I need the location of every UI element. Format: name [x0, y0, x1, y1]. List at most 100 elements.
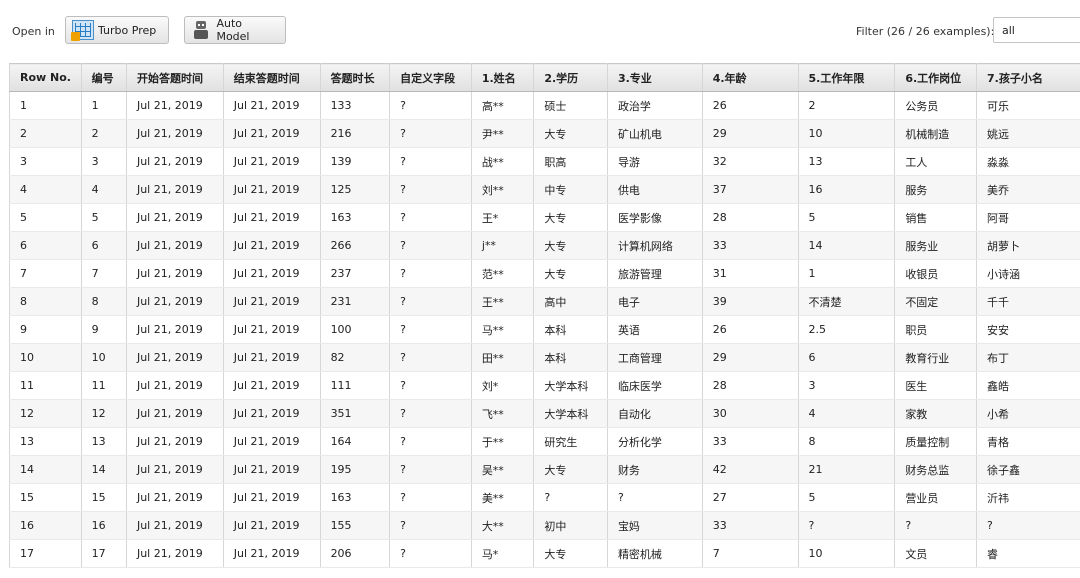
table-cell: 大学本科 [533, 371, 608, 400]
table-cell: Jul 21, 2019 [126, 399, 224, 428]
table-cell: 16 [81, 511, 127, 540]
table-row[interactable]: 15 15 Jul 21, 2019 Jul 21, 2019 163? 美**?? 27 5… [9, 483, 1080, 512]
table-cell: 服务 [894, 175, 977, 204]
table-cell: ? [607, 483, 703, 512]
table-cell: 旅游管理 [607, 259, 703, 288]
table-cell: Jul 21, 2019 [223, 203, 321, 232]
table-cell: 小诗涵 [976, 259, 1080, 288]
table-cell: 33 [702, 427, 799, 456]
table-cell: 16 [9, 511, 82, 540]
table-cell: ? [389, 287, 472, 316]
table-cell: 16 [798, 175, 896, 204]
table-cell: 大专 [533, 203, 608, 232]
table-row[interactable]: 1 1 Jul 21, 2019 Jul 21, 2019 133? 高** 硕士 政治学 26… [9, 91, 1080, 120]
column-header[interactable]: 2.学历 [533, 63, 608, 92]
table-row[interactable]: 2 2 Jul 21, 2019 Jul 21, 2019 216? 尹** 大专 矿山机电 2… [9, 119, 1080, 148]
table-row[interactable]: 3 3 Jul 21, 2019 Jul 21, 2019 139? 战** 职高 导游 32 1… [9, 147, 1080, 176]
column-header[interactable]: 编号 [81, 63, 127, 92]
column-header[interactable]: 3.专业 [607, 63, 703, 92]
table-body: 1 1 Jul 21, 2019 Jul 21, 2019 133? 高** 硕士 政治学 26… [9, 91, 1080, 568]
table-cell: Jul 21, 2019 [223, 511, 321, 540]
table-cell: 马* [471, 539, 535, 568]
table-row[interactable]: 8 8 Jul 21, 2019 Jul 21, 2019 231? 王** 高中 电子 39 不… [9, 287, 1080, 316]
table-cell: 10 [798, 119, 896, 148]
table-cell: 231 [320, 287, 391, 316]
table-row[interactable]: 17 17 Jul 21, 2019 Jul 21, 2019 206? 马* 大专 精密机械… [9, 539, 1080, 568]
table-cell: 大学本科 [533, 399, 608, 428]
table-cell: 7 [702, 539, 799, 568]
column-header[interactable]: 自定义字段 [389, 63, 472, 92]
table-row[interactable]: 10 10 Jul 21, 2019 Jul 21, 2019 82? 田** 本科 工商管理… [9, 343, 1080, 372]
table-cell: Jul 21, 2019 [223, 343, 321, 372]
column-header[interactable]: 6.工作岗位 [894, 63, 977, 92]
table-cell: 服务业 [894, 231, 977, 260]
table-row[interactable]: 5 5 Jul 21, 2019 Jul 21, 2019 163? 王* 大专 医学影像 28… [9, 203, 1080, 232]
table-cell: 5 [81, 203, 127, 232]
column-header[interactable]: Row No. [9, 63, 82, 92]
table-cell: 胡萝卜 [976, 231, 1080, 260]
table-cell: 26 [702, 91, 799, 120]
table-cell: 教育行业 [894, 343, 977, 372]
table-cell: 不固定 [894, 287, 977, 316]
robot-icon [191, 20, 212, 40]
table-cell: 6 [9, 231, 82, 260]
table-row[interactable]: 9 9 Jul 21, 2019 Jul 21, 2019 100? 马** 本科 英语 26 2… [9, 315, 1080, 344]
table-cell: 17 [81, 539, 127, 568]
column-header[interactable]: 答题时长 [320, 63, 391, 92]
table-cell: 13 [81, 427, 127, 456]
table-cell: 大** [471, 511, 535, 540]
table-row[interactable]: 14 14 Jul 21, 2019 Jul 21, 2019 195? 吴** 大专 财务 4… [9, 455, 1080, 484]
table-row[interactable]: 7 7 Jul 21, 2019 Jul 21, 2019 237? 范** 大专 旅游管理 3… [9, 259, 1080, 288]
table-cell: Jul 21, 2019 [126, 427, 224, 456]
table-cell: 42 [702, 455, 799, 484]
open-in-label: Open in [12, 25, 55, 38]
table-cell: Jul 21, 2019 [126, 231, 224, 260]
table-cell: 4 [798, 399, 896, 428]
turbo-prep-button[interactable]: Turbo Prep [65, 16, 169, 44]
table-cell: ? [389, 175, 472, 204]
table-cell: 分析化学 [607, 427, 703, 456]
table-row[interactable]: 4 4 Jul 21, 2019 Jul 21, 2019 125? 刘** 中专 供电 37 1… [9, 175, 1080, 204]
data-table: Row No. 编号 开始答题时间 结束答题时间 答题时长 自定义字段 1.姓名 2.学历 3.… [9, 63, 1080, 568]
column-header[interactable]: 5.工作年限 [798, 63, 896, 92]
table-cell: Jul 21, 2019 [126, 203, 224, 232]
auto-model-button[interactable]: Auto Model [184, 16, 286, 44]
table-cell: 5 [798, 483, 896, 512]
table-cell: Jul 21, 2019 [126, 175, 224, 204]
column-header[interactable]: 1.姓名 [471, 63, 535, 92]
table-cell: 美** [471, 483, 535, 512]
table-cell: 10 [798, 539, 896, 568]
table-cell: 机械制造 [894, 119, 977, 148]
table-cell: 质量控制 [894, 427, 977, 456]
table-cell: 26 [702, 315, 799, 344]
table-cell: 大专 [533, 539, 608, 568]
table-cell: 文员 [894, 539, 977, 568]
table-cell: 29 [702, 119, 799, 148]
column-header[interactable]: 4.年龄 [702, 63, 799, 92]
column-header[interactable]: 开始答题时间 [126, 63, 224, 92]
table-cell: 28 [702, 203, 799, 232]
table-cell: 6 [81, 231, 127, 260]
column-header[interactable]: 结束答题时间 [223, 63, 321, 92]
table-row[interactable]: 6 6 Jul 21, 2019 Jul 21, 2019 266? j** 大专 计算机网络… [9, 231, 1080, 260]
filter-select[interactable]: all [993, 17, 1080, 43]
table-cell: 大专 [533, 259, 608, 288]
table-cell: 15 [9, 483, 82, 512]
column-header[interactable]: 7.孩子小名 [976, 63, 1080, 92]
table-cell: 政治学 [607, 91, 703, 120]
table-cell: 27 [702, 483, 799, 512]
table-cell: 研究生 [533, 427, 608, 456]
table-cell: 临床医学 [607, 371, 703, 400]
table-row[interactable]: 13 13 Jul 21, 2019 Jul 21, 2019 164? 于** 研究生 分析… [9, 427, 1080, 456]
table-row[interactable]: 11 11 Jul 21, 2019 Jul 21, 2019 111? 刘* 大学本科 临床… [9, 371, 1080, 400]
table-cell: 1 [9, 91, 82, 120]
table-cell: 12 [81, 399, 127, 428]
table-cell: 9 [9, 315, 82, 344]
table-cell: 32 [702, 147, 799, 176]
table-cell: 徐子鑫 [976, 455, 1080, 484]
table-cell: 刘* [471, 371, 535, 400]
table-cell: 财务 [607, 455, 703, 484]
table-row[interactable]: 16 16 Jul 21, 2019 Jul 21, 2019 155? 大** 初中 宝妈 3… [9, 511, 1080, 540]
table-cell: ? [389, 455, 472, 484]
table-row[interactable]: 12 12 Jul 21, 2019 Jul 21, 2019 351? 飞** 大学本科自… [9, 399, 1080, 428]
